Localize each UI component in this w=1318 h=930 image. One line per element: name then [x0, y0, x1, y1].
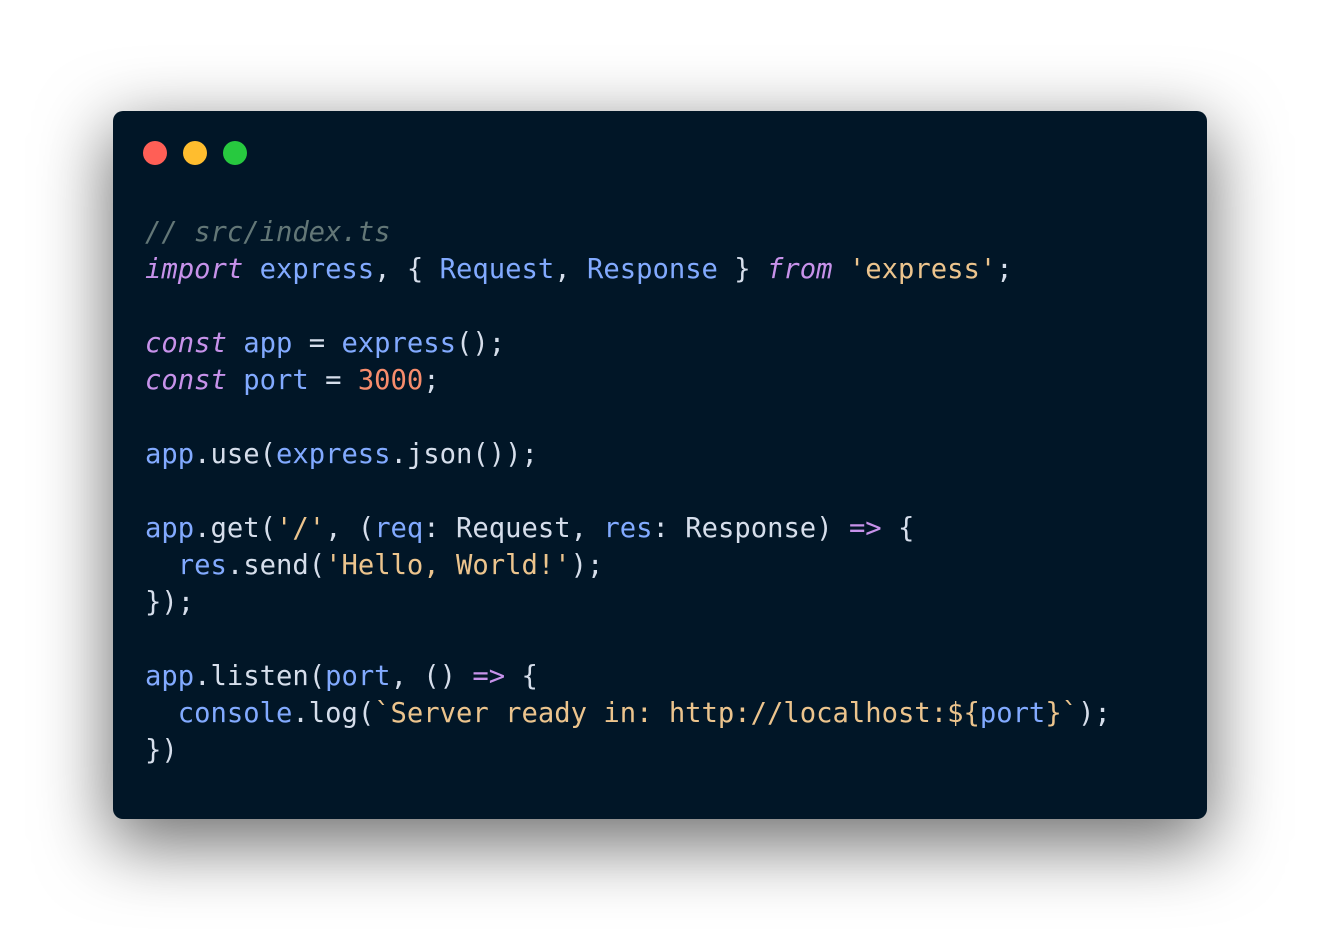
- code-token-punctuation: }: [717, 254, 768, 285]
- code-token-keyword: =>: [472, 661, 506, 692]
- code-token-punctuation: );: [570, 550, 604, 581]
- code-token-variable: app: [145, 661, 195, 692]
- code-token-default: get: [210, 513, 260, 544]
- code-token-default: listen: [210, 661, 309, 692]
- code-token-punctuation: (: [259, 513, 276, 544]
- code-token-variable: Request: [439, 254, 555, 285]
- code-token-default: [243, 254, 259, 285]
- code-token-variable: app: [243, 328, 293, 359]
- code-token-punctuation: .: [194, 513, 211, 544]
- code-token-default: use: [210, 439, 260, 470]
- code-token-punctuation: (: [259, 439, 276, 470]
- code-token-number: 3000: [357, 365, 424, 396]
- code-token-punctuation: }): [145, 735, 178, 766]
- code-token-punctuation: ,: [554, 254, 587, 285]
- code-token-punctuation: :: [423, 513, 457, 544]
- code-token-punctuation: .: [292, 698, 309, 729]
- code-token-default: [227, 365, 243, 396]
- code-token-comment: // src/index.ts: [145, 217, 391, 248]
- code-token-keyword: import: [145, 254, 244, 285]
- code-token-punctuation: });: [145, 587, 195, 618]
- code-window: // src/index.ts import express, { Request…: [113, 111, 1207, 819]
- code-token-variable: express: [275, 439, 391, 470]
- code-line: });: [145, 584, 1111, 621]
- code-token-punctuation: (: [357, 698, 375, 729]
- maximize-button[interactable]: [223, 141, 247, 165]
- code-token-punctuation: .: [226, 550, 244, 581]
- code-token-variable: port: [325, 661, 391, 692]
- code-line: const port = 3000;: [145, 362, 1111, 399]
- code-block: // src/index.ts import express, { Request…: [145, 214, 1111, 769]
- code-token-keyword: const: [145, 365, 227, 396]
- code-line: const app = express();: [145, 325, 1111, 362]
- code-token-punctuation: , {: [374, 254, 440, 285]
- close-button[interactable]: [143, 141, 167, 165]
- code-token-variable: res: [603, 513, 653, 544]
- code-token-type: Response: [685, 513, 817, 544]
- code-token-default: [227, 328, 243, 359]
- code-line: res.send('Hello, World!');: [145, 547, 1111, 584]
- code-token-default: [145, 698, 178, 729]
- code-token-keyword: from: [767, 254, 833, 285]
- code-token-punctuation: .: [194, 661, 211, 692]
- code-token-default: json: [406, 439, 473, 470]
- code-line: // src/index.ts: [145, 214, 1111, 251]
- code-token-variable: app: [145, 439, 195, 470]
- code-token-punctuation: ;: [996, 254, 1013, 285]
- code-token-variable: console: [177, 698, 293, 729]
- code-token-variable: port: [979, 698, 1046, 729]
- code-line: app.use(express.json());: [145, 436, 1111, 473]
- code-token-variable: req: [374, 513, 424, 544]
- code-token-punctuation: , (): [390, 661, 473, 692]
- code-token-string: 'express': [848, 254, 997, 285]
- code-token-punctuation: ;: [423, 365, 440, 396]
- code-token-default: log: [308, 698, 358, 729]
- code-token-punctuation: );: [1078, 698, 1111, 729]
- code-token-variable: Response: [586, 254, 718, 285]
- code-token-punctuation: {: [881, 513, 915, 544]
- code-token-variable: port: [243, 365, 309, 396]
- code-token-punctuation: {: [505, 661, 538, 692]
- code-token-string: }`: [1045, 698, 1079, 729]
- code-token-punctuation: , (: [325, 513, 375, 544]
- code-token-default: send: [243, 550, 309, 581]
- code-token-variable: app: [145, 513, 195, 544]
- code-token-punctuation: .: [194, 439, 211, 470]
- code-token-punctuation: ();: [456, 328, 506, 359]
- code-token-punctuation: =: [292, 328, 342, 359]
- code-token-variable: express: [341, 328, 457, 359]
- code-token-punctuation: ): [816, 513, 849, 544]
- code-token-keyword: const: [145, 328, 227, 359]
- code-line: }): [145, 732, 1111, 769]
- code-line: console.log(`Server ready in: http://loc…: [145, 695, 1111, 732]
- code-token-string: `Server ready in: http://localhost:${: [374, 698, 980, 729]
- code-token-string: 'Hello, World!': [325, 550, 571, 581]
- code-token-punctuation: (: [308, 661, 326, 692]
- code-token-default: [145, 550, 178, 581]
- code-token-variable: express: [259, 254, 375, 285]
- code-line: app.listen(port, () => {: [145, 658, 1111, 695]
- window-controls: [143, 141, 247, 165]
- code-token-default: [833, 254, 849, 285]
- minimize-button[interactable]: [183, 141, 207, 165]
- code-token-punctuation: :: [652, 513, 686, 544]
- code-token-type: Request: [456, 513, 571, 544]
- code-line: app.get('/', (req: Request, res: Respons…: [145, 510, 1111, 547]
- code-token-variable: res: [177, 550, 227, 581]
- code-line: import express, { Request, Response } fr…: [145, 251, 1111, 288]
- code-token-punctuation: =: [308, 365, 358, 396]
- code-token-punctuation: ,: [570, 513, 604, 544]
- code-token-string: '/': [275, 513, 326, 544]
- code-token-punctuation: (: [308, 550, 326, 581]
- code-token-keyword: =>: [848, 513, 882, 544]
- code-token-punctuation: ());: [472, 439, 538, 470]
- code-token-punctuation: .: [390, 439, 407, 470]
